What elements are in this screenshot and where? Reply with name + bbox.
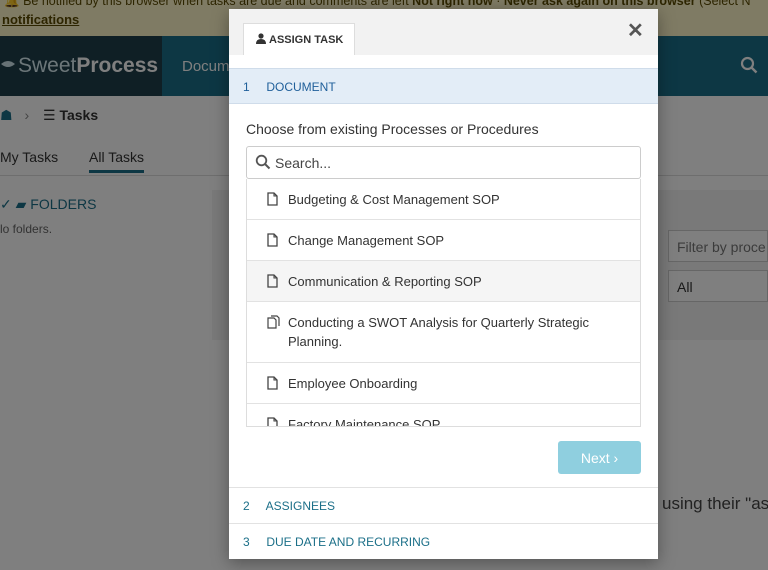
search-box bbox=[246, 146, 641, 179]
close-icon[interactable]: ✕ bbox=[627, 21, 644, 41]
search-input[interactable] bbox=[275, 147, 635, 178]
step-assignees[interactable]: 2 ASSIGNEES bbox=[229, 487, 658, 523]
list-item[interactable]: Communication & Reporting SOP bbox=[247, 261, 640, 302]
assign-task-label: ASSIGN TASK bbox=[269, 34, 344, 46]
step-label: ASSIGNEES bbox=[265, 499, 336, 513]
step-label: DUE DATE AND RECURRING bbox=[266, 535, 431, 549]
assign-task-tab[interactable]: ASSIGN TASK bbox=[243, 23, 355, 55]
list-item-label: Budgeting & Cost Management SOP bbox=[288, 191, 500, 207]
document-list[interactable]: Budgeting & Cost Management SOP Change M… bbox=[246, 179, 641, 427]
step-document[interactable]: 1 DOCUMENT bbox=[229, 68, 658, 104]
step-label: DOCUMENT bbox=[266, 80, 336, 94]
list-item-label: Employee Onboarding bbox=[288, 375, 418, 391]
assign-task-modal: ASSIGN TASK ✕ 1 DOCUMENT Choose from exi… bbox=[229, 9, 658, 559]
step-due-date[interactable]: 3 DUE DATE AND RECURRING bbox=[229, 523, 658, 559]
search-icon bbox=[255, 154, 271, 175]
procedure-icon bbox=[267, 315, 280, 334]
list-item-label: Factory Maintenance SOP bbox=[288, 416, 441, 427]
document-icon bbox=[267, 376, 278, 395]
list-item[interactable]: Employee Onboarding bbox=[247, 363, 640, 404]
modal-header: ASSIGN TASK ✕ bbox=[229, 9, 658, 55]
list-item-label: Change Management SOP bbox=[288, 232, 445, 248]
list-item[interactable]: Conducting a SWOT Analysis for Quarterly… bbox=[247, 302, 640, 363]
list-item[interactable]: Factory Maintenance SOP bbox=[247, 404, 640, 427]
user-icon bbox=[256, 33, 266, 47]
choose-label: Choose from existing Processes or Proced… bbox=[246, 121, 539, 137]
document-icon bbox=[267, 233, 278, 252]
step-number: 2 bbox=[243, 499, 250, 513]
list-item[interactable]: Change Management SOP bbox=[247, 220, 640, 261]
document-icon bbox=[267, 417, 278, 426]
step-number: 3 bbox=[243, 535, 250, 549]
list-item-label: Conducting a SWOT Analysis for Quarterly… bbox=[288, 315, 590, 349]
document-icon bbox=[267, 274, 278, 293]
list-item[interactable]: Budgeting & Cost Management SOP bbox=[247, 179, 640, 220]
list-item-label: Communication & Reporting SOP bbox=[288, 273, 482, 289]
document-icon bbox=[267, 192, 278, 211]
step-number: 1 bbox=[243, 80, 250, 94]
next-button[interactable]: Next › bbox=[558, 441, 641, 474]
